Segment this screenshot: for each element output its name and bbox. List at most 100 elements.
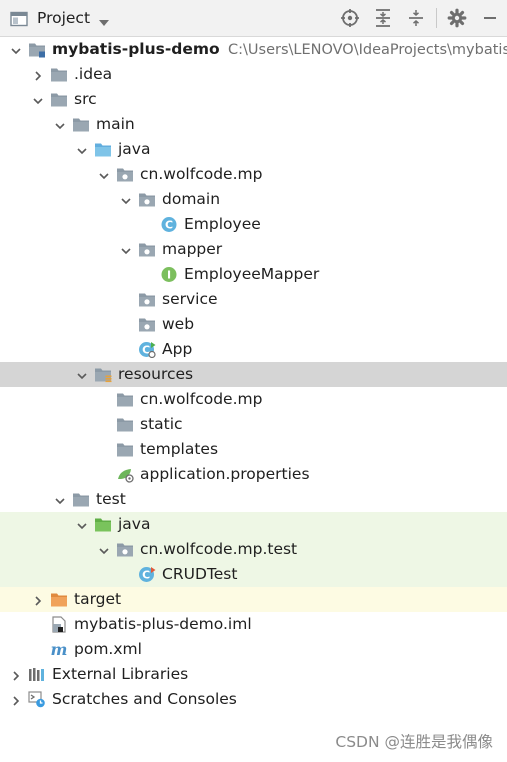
tree-node[interactable]: External Libraries xyxy=(0,662,507,687)
tree-node[interactable]: cn.wolfcode.mp.test xyxy=(0,537,507,562)
folder-icon xyxy=(50,66,68,83)
tree-node-label: templates xyxy=(140,440,219,458)
package-icon xyxy=(138,291,156,308)
tree-node[interactable]: domain xyxy=(0,187,507,212)
tree-node[interactable]: mybatis-plus-demo C:\Users\LENOVO\IdeaPro… xyxy=(0,37,507,62)
tree-node[interactable]: static xyxy=(0,412,507,437)
tree-node-label: Employee xyxy=(184,215,261,233)
tree-node-label: Scratches and Consoles xyxy=(52,690,237,708)
dropdown-arrow-icon[interactable] xyxy=(98,14,110,26)
tree-node-label: .idea xyxy=(74,65,113,83)
tree-node[interactable]: .idea xyxy=(0,62,507,87)
chevron-down-icon[interactable] xyxy=(76,368,88,380)
folder-icon xyxy=(116,391,134,408)
package-icon xyxy=(116,541,134,558)
tree-node[interactable]: C App xyxy=(0,337,507,362)
package-icon xyxy=(138,316,156,333)
svg-text:I: I xyxy=(167,269,171,282)
tree-node-label: test xyxy=(96,490,126,508)
folder-icon xyxy=(116,441,134,458)
module-folder-icon xyxy=(28,41,46,58)
folder-icon xyxy=(50,91,68,108)
tree-node-label: src xyxy=(74,90,97,108)
tree-node[interactable]: C CRUDTest xyxy=(0,562,507,587)
tree-node[interactable]: Scratches and Consoles xyxy=(0,687,507,712)
tree-node[interactable]: service xyxy=(0,287,507,312)
tree-node[interactable]: cn.wolfcode.mp xyxy=(0,162,507,187)
chevron-down-icon[interactable] xyxy=(54,493,66,505)
chevron-right-icon[interactable] xyxy=(32,68,44,81)
tree-node-label: mybatis-plus-demo.iml xyxy=(74,615,252,633)
tree-node[interactable]: mybatis-plus-demo.iml xyxy=(0,612,507,637)
spring-app-class-icon: C xyxy=(138,341,156,359)
tree-node[interactable]: templates xyxy=(0,437,507,462)
tree-node[interactable]: cn.wolfcode.mp xyxy=(0,387,507,412)
chevron-down-icon[interactable] xyxy=(32,93,44,105)
test-folder-icon xyxy=(94,516,112,533)
tree-node-label: cn.wolfcode.mp xyxy=(140,165,263,183)
tree-node-label: web xyxy=(162,315,195,333)
tree-node-label: target xyxy=(74,590,122,608)
maven-icon: m xyxy=(50,640,68,659)
tree-node[interactable]: java xyxy=(0,512,507,537)
chevron-right-icon[interactable] xyxy=(32,593,44,606)
tree-node-label: External Libraries xyxy=(52,665,189,683)
tree-node-label: static xyxy=(140,415,183,433)
tree-node[interactable]: mapper xyxy=(0,237,507,262)
tree-node-label: cn.wolfcode.mp xyxy=(140,390,263,408)
tree-node[interactable]: target xyxy=(0,587,507,612)
project-window-icon xyxy=(10,11,28,27)
chevron-down-icon[interactable] xyxy=(120,243,132,255)
tree-node[interactable]: src xyxy=(0,87,507,112)
gear-icon[interactable] xyxy=(444,7,470,29)
chevron-right-icon[interactable] xyxy=(10,693,22,706)
expand-all-icon[interactable] xyxy=(370,7,396,29)
chevron-down-icon[interactable] xyxy=(76,518,88,530)
project-tree: mybatis-plus-demo C:\Users\LENOVO\IdeaPro… xyxy=(0,37,507,712)
watermark: CSDN @连胜是我偶像 xyxy=(335,733,493,751)
source-folder-icon xyxy=(94,141,112,158)
tree-node[interactable]: m pom.xml xyxy=(0,637,507,662)
tree-node[interactable]: resources xyxy=(0,362,507,387)
folder-icon xyxy=(72,116,90,133)
tree-node[interactable]: application.properties xyxy=(0,462,507,487)
package-icon xyxy=(138,191,156,208)
tree-node-label: mapper xyxy=(162,240,223,258)
folder-icon xyxy=(116,416,134,433)
view-title: Project xyxy=(37,9,91,27)
chevron-down-icon[interactable] xyxy=(54,118,66,130)
chevron-down-icon[interactable] xyxy=(120,193,132,205)
project-view-selector[interactable]: Project xyxy=(10,9,110,28)
tree-node-label: domain xyxy=(162,190,221,208)
tree-node[interactable]: I EmployeeMapper xyxy=(0,262,507,287)
folder-icon xyxy=(72,491,90,508)
tree-node[interactable]: web xyxy=(0,312,507,337)
chevron-down-icon[interactable] xyxy=(98,543,110,555)
package-icon xyxy=(138,241,156,258)
chevron-down-icon[interactable] xyxy=(76,143,88,155)
project-toolbar: Project xyxy=(0,0,507,37)
svg-text:C: C xyxy=(165,219,173,232)
tree-node[interactable]: main xyxy=(0,112,507,137)
chevron-down-icon[interactable] xyxy=(10,43,22,55)
tree-node-label: App xyxy=(162,340,193,358)
tree-node-label: main xyxy=(96,115,135,133)
scratches-icon xyxy=(28,691,46,708)
tree-node[interactable]: java xyxy=(0,137,507,162)
chevron-right-icon[interactable] xyxy=(10,668,22,681)
chevron-down-icon[interactable] xyxy=(98,168,110,180)
toolbar-separator xyxy=(436,8,437,28)
collapse-all-icon[interactable] xyxy=(403,7,429,29)
tree-node-label: application.properties xyxy=(140,465,310,483)
tree-node-label: EmployeeMapper xyxy=(184,265,320,283)
tree-node-label: resources xyxy=(118,365,194,383)
tree-node[interactable]: test xyxy=(0,487,507,512)
minimize-icon[interactable] xyxy=(477,7,503,29)
tree-node[interactable]: C Employee xyxy=(0,212,507,237)
tree-node-label: java xyxy=(118,140,151,158)
locate-icon[interactable] xyxy=(337,7,363,29)
tree-node-label: cn.wolfcode.mp.test xyxy=(140,540,298,558)
tree-node-path: C:\Users\LENOVO\IdeaProjects\mybatis-p xyxy=(228,42,507,58)
tree-node-label: service xyxy=(162,290,218,308)
tree-node-label: java xyxy=(118,515,151,533)
